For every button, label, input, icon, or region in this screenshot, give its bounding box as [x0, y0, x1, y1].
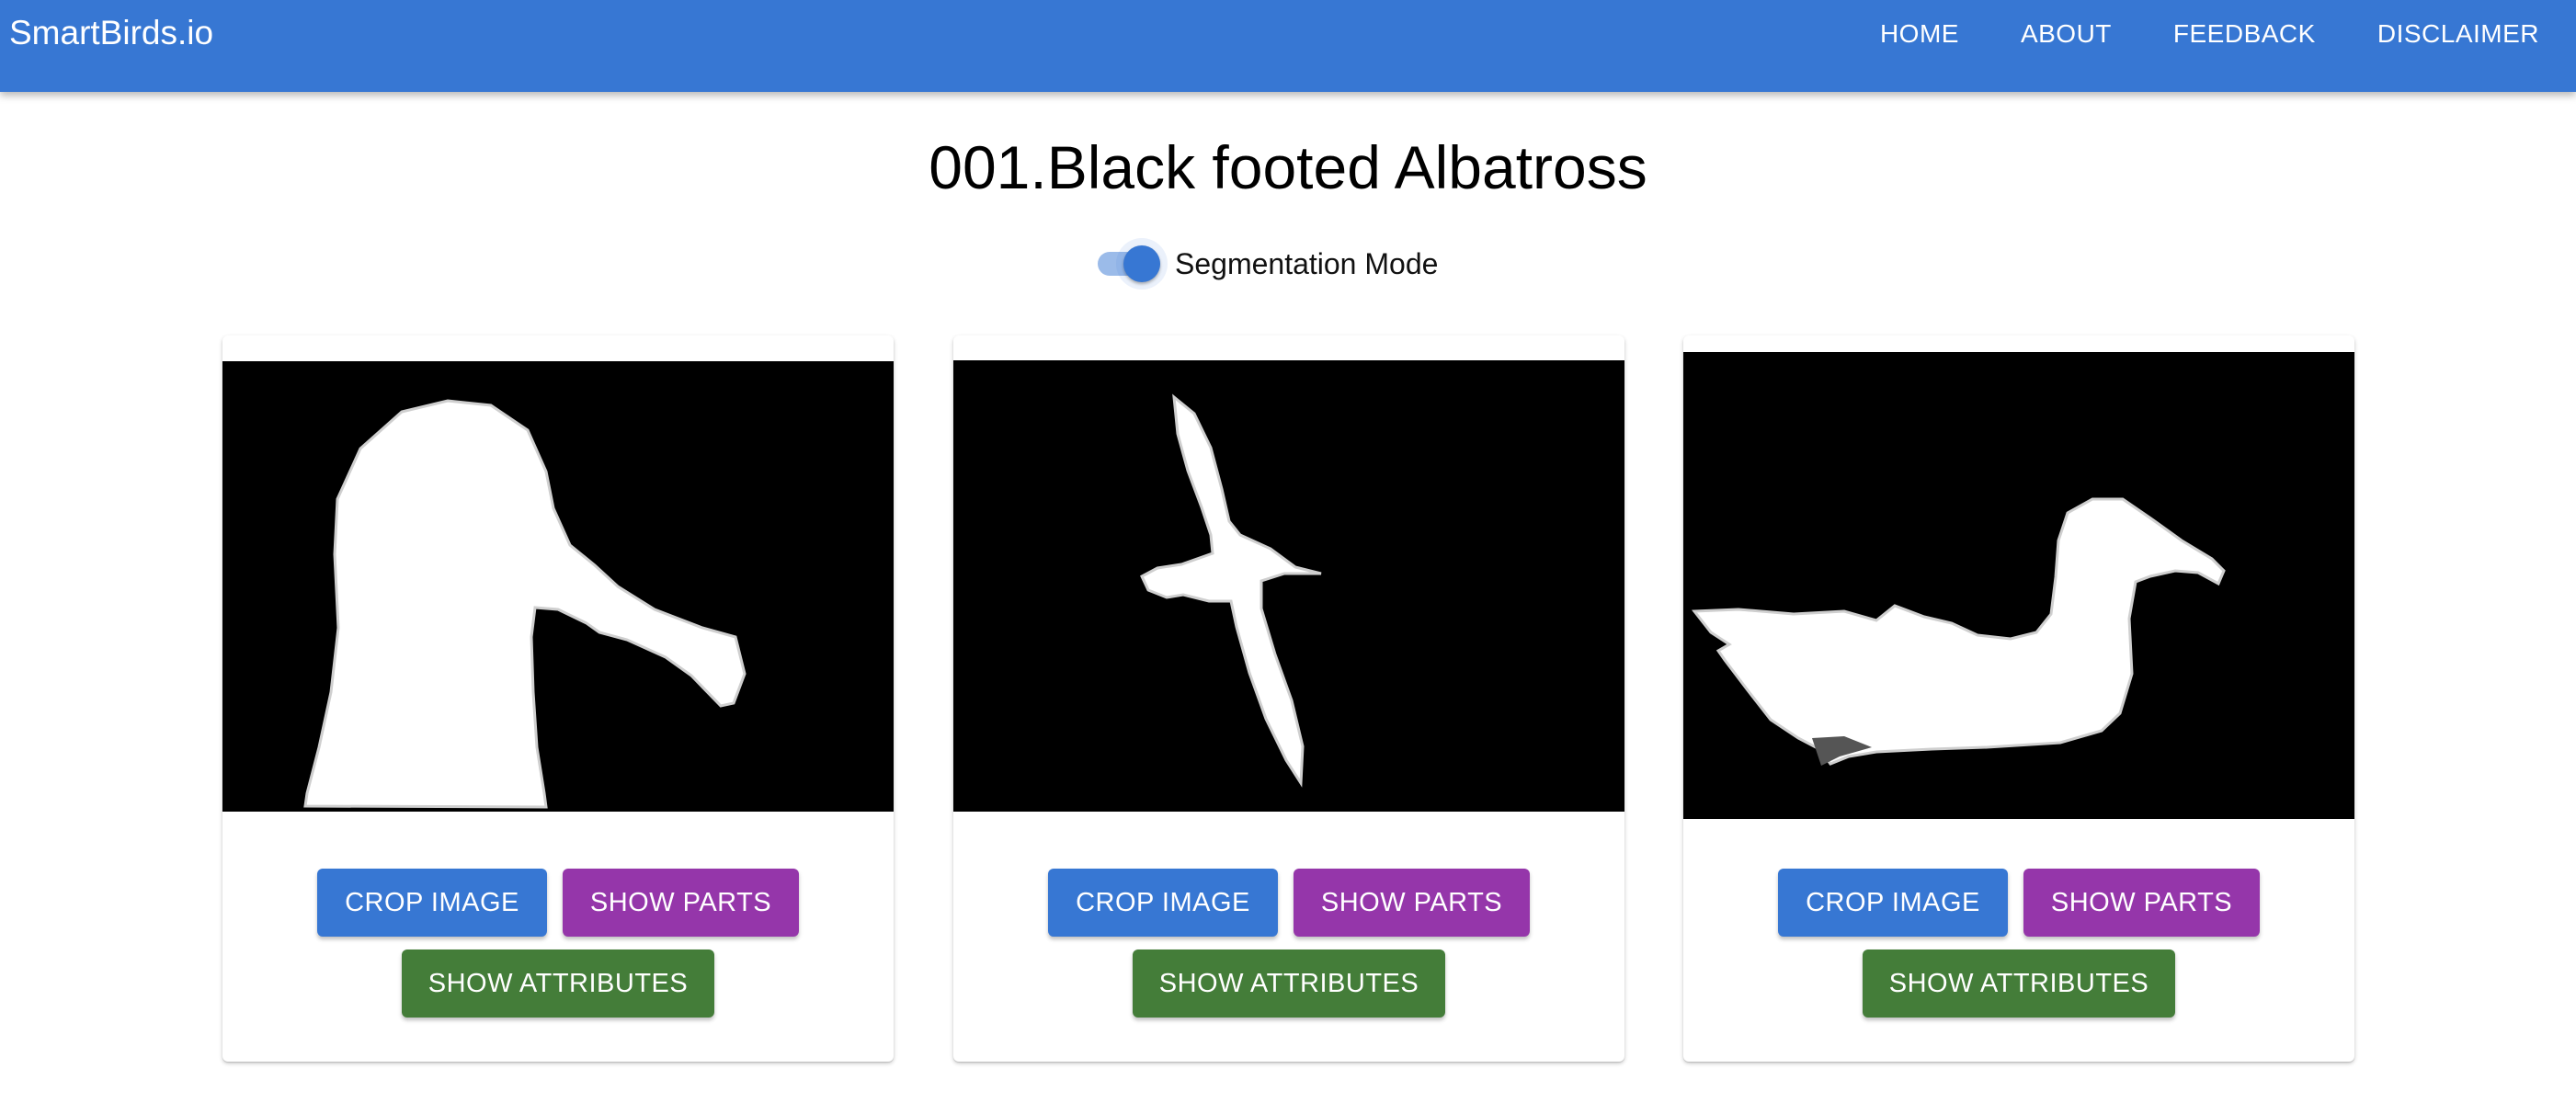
show-parts-button-3[interactable]: SHOW PARTS: [2023, 869, 2260, 937]
app-bar: SmartBirds.io HOME ABOUT FEEDBACK DISCLA…: [0, 0, 2576, 92]
show-attributes-button-1[interactable]: SHOW ATTRIBUTES: [402, 949, 714, 1018]
nav-feedback[interactable]: FEEDBACK: [2173, 18, 2316, 50]
crop-image-button-3[interactable]: CROP IMAGE: [1778, 869, 2008, 937]
crop-image-button-1[interactable]: CROP IMAGE: [317, 869, 547, 937]
brand-logo[interactable]: SmartBirds.io: [9, 13, 213, 53]
page-title: 001.Black footed Albatross: [929, 133, 1647, 201]
switch-thumb: [1123, 245, 1160, 282]
bird-silhouette-flying: [1140, 393, 1322, 788]
segmentation-image-3: [1683, 352, 2354, 819]
show-parts-button-1[interactable]: SHOW PARTS: [563, 869, 799, 937]
segmentation-image-1: [222, 361, 894, 812]
nav-menu: HOME ABOUT FEEDBACK DISCLAIMER: [1818, 18, 2539, 50]
bird-silhouette-swimming: [1692, 497, 2226, 766]
segmentation-toggle-row: Segmentation Mode: [1094, 237, 1438, 290]
segmentation-mode-switch[interactable]: [1094, 237, 1168, 290]
bird-silhouette-head: [303, 399, 747, 809]
show-attributes-button-3[interactable]: SHOW ATTRIBUTES: [1863, 949, 2175, 1018]
bird-card-3: CROP IMAGE SHOW PARTS SHOW ATTRIBUTES: [1683, 335, 2354, 1062]
segmentation-mode-label: Segmentation Mode: [1175, 247, 1439, 280]
nav-disclaimer[interactable]: DISCLAIMER: [2377, 18, 2539, 50]
show-parts-button-2[interactable]: SHOW PARTS: [1294, 869, 1530, 937]
segmentation-image-2: [953, 360, 1624, 812]
bird-card-1: CROP IMAGE SHOW PARTS SHOW ATTRIBUTES: [222, 335, 894, 1062]
nav-about[interactable]: ABOUT: [2021, 18, 2112, 50]
bird-card-2: CROP IMAGE SHOW PARTS SHOW ATTRIBUTES: [953, 335, 1624, 1062]
crop-image-button-2[interactable]: CROP IMAGE: [1048, 869, 1278, 937]
nav-home[interactable]: HOME: [1880, 18, 1959, 50]
show-attributes-button-2[interactable]: SHOW ATTRIBUTES: [1133, 949, 1445, 1018]
